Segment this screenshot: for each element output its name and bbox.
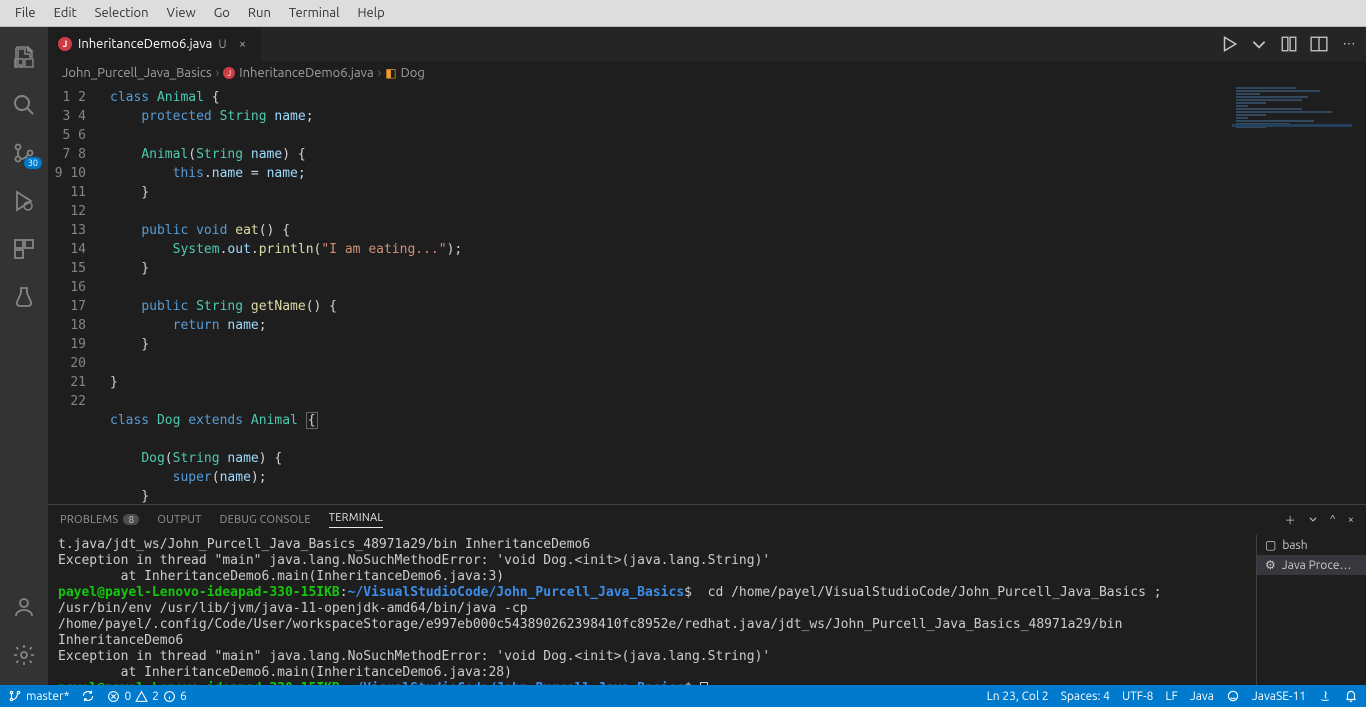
bottom-panel: PROBLEMS8 OUTPUT DEBUG CONSOLE TERMINAL … xyxy=(48,504,1366,685)
close-panel-icon[interactable]: × xyxy=(1348,514,1354,526)
tab-output[interactable]: OUTPUT xyxy=(157,514,201,526)
menu-help[interactable]: Help xyxy=(348,3,393,23)
scm-badge: 30 xyxy=(24,157,42,169)
status-jdk[interactable]: JavaSE-11 xyxy=(1252,690,1306,703)
status-bell-icon[interactable] xyxy=(1344,689,1358,703)
breadcrumbs[interactable]: John_Purcell_Java_Basics › J Inheritance… xyxy=(48,62,1366,84)
line-gutter: 1 2 3 4 5 6 7 8 9 10 11 12 13 14 15 16 1… xyxy=(48,84,102,504)
status-java-icon[interactable] xyxy=(1318,689,1332,703)
terminal-list: ▢ bash ⚙ Java Proce… xyxy=(1256,535,1366,685)
menu-view[interactable]: View xyxy=(158,3,205,23)
split-editor-icon[interactable] xyxy=(1310,35,1328,53)
breadcrumb-folder[interactable]: John_Purcell_Java_Basics xyxy=(62,66,212,80)
run-dropdown-icon[interactable] xyxy=(1250,35,1268,53)
statusbar: master* 0 2 6 Ln 23, Col 2 Spaces: 4 UTF… xyxy=(0,685,1366,707)
menu-selection[interactable]: Selection xyxy=(86,3,158,23)
explorer-icon[interactable] xyxy=(0,33,48,81)
menubar: File Edit Selection View Go Run Terminal… xyxy=(0,0,1366,27)
status-lang[interactable]: Java xyxy=(1190,690,1214,703)
gear-icon: ⚙ xyxy=(1265,558,1276,572)
tab-inheritancedemo6[interactable]: J InheritanceDemo6.java U × xyxy=(48,27,262,61)
diff-icon[interactable] xyxy=(1280,35,1298,53)
status-feedback-icon[interactable] xyxy=(1226,689,1240,703)
tab-problems[interactable]: PROBLEMS8 xyxy=(60,514,139,526)
status-sync[interactable] xyxy=(81,689,95,703)
more-icon[interactable]: ⋯ xyxy=(1340,35,1358,53)
tab-filename: InheritanceDemo6.java xyxy=(78,37,212,51)
status-eol[interactable]: LF xyxy=(1165,690,1177,703)
chevron-icon: › xyxy=(378,66,382,80)
menu-file[interactable]: File xyxy=(6,3,45,23)
extensions-icon[interactable] xyxy=(0,225,48,273)
tab-terminal[interactable]: TERMINAL xyxy=(329,512,384,528)
java-file-icon: J xyxy=(223,67,235,79)
status-spaces[interactable]: Spaces: 4 xyxy=(1061,690,1110,703)
activitybar: 30 xyxy=(0,27,48,685)
tabs-row: J InheritanceDemo6.java U × ⋯ xyxy=(48,27,1366,62)
tab-debug-console[interactable]: DEBUG CONSOLE xyxy=(220,514,311,526)
accounts-icon[interactable] xyxy=(0,583,48,631)
scm-icon[interactable]: 30 xyxy=(0,129,48,177)
editor-area: J InheritanceDemo6.java U × ⋯ John_Purce… xyxy=(48,27,1366,685)
menu-terminal[interactable]: Terminal xyxy=(280,3,349,23)
maximize-panel-icon[interactable]: ^ xyxy=(1330,514,1336,526)
terminal[interactable]: t.java/jdt_ws/John_Purcell_Java_Basics_4… xyxy=(48,535,1256,685)
search-icon[interactable] xyxy=(0,81,48,129)
breadcrumb-symbol[interactable]: Dog xyxy=(401,66,425,80)
testing-icon[interactable] xyxy=(0,273,48,321)
terminal-icon: ▢ xyxy=(1265,538,1276,552)
status-branch[interactable]: master* xyxy=(8,689,69,703)
code-editor[interactable]: 1 2 3 4 5 6 7 8 9 10 11 12 13 14 15 16 1… xyxy=(48,84,1366,504)
close-icon[interactable]: × xyxy=(235,37,251,51)
status-errors[interactable]: 0 2 6 xyxy=(107,690,186,703)
minimap[interactable] xyxy=(1232,86,1352,196)
terminal-item-java[interactable]: ⚙ Java Proce… xyxy=(1257,555,1366,575)
menu-edit[interactable]: Edit xyxy=(45,3,86,23)
terminal-dropdown-icon[interactable] xyxy=(1308,514,1318,527)
class-icon: ◧ xyxy=(385,66,396,80)
code-content[interactable]: class Animal { protected String name; An… xyxy=(102,84,1366,504)
debug-icon[interactable] xyxy=(0,177,48,225)
menu-run[interactable]: Run xyxy=(239,3,280,23)
java-file-icon: J xyxy=(58,37,72,51)
status-cursor[interactable]: Ln 23, Col 2 xyxy=(987,690,1049,703)
menu-go[interactable]: Go xyxy=(205,3,239,23)
status-encoding[interactable]: UTF-8 xyxy=(1122,690,1153,703)
settings-icon[interactable] xyxy=(0,631,48,679)
editor-actions: ⋯ xyxy=(1220,27,1366,61)
tab-mod-badge: U xyxy=(218,38,226,51)
terminal-item-bash[interactable]: ▢ bash xyxy=(1257,535,1366,555)
run-button[interactable] xyxy=(1220,35,1238,53)
chevron-icon: › xyxy=(216,66,220,80)
new-terminal-icon[interactable]: ＋ xyxy=(1285,512,1296,528)
breadcrumb-file[interactable]: InheritanceDemo6.java xyxy=(239,66,373,80)
